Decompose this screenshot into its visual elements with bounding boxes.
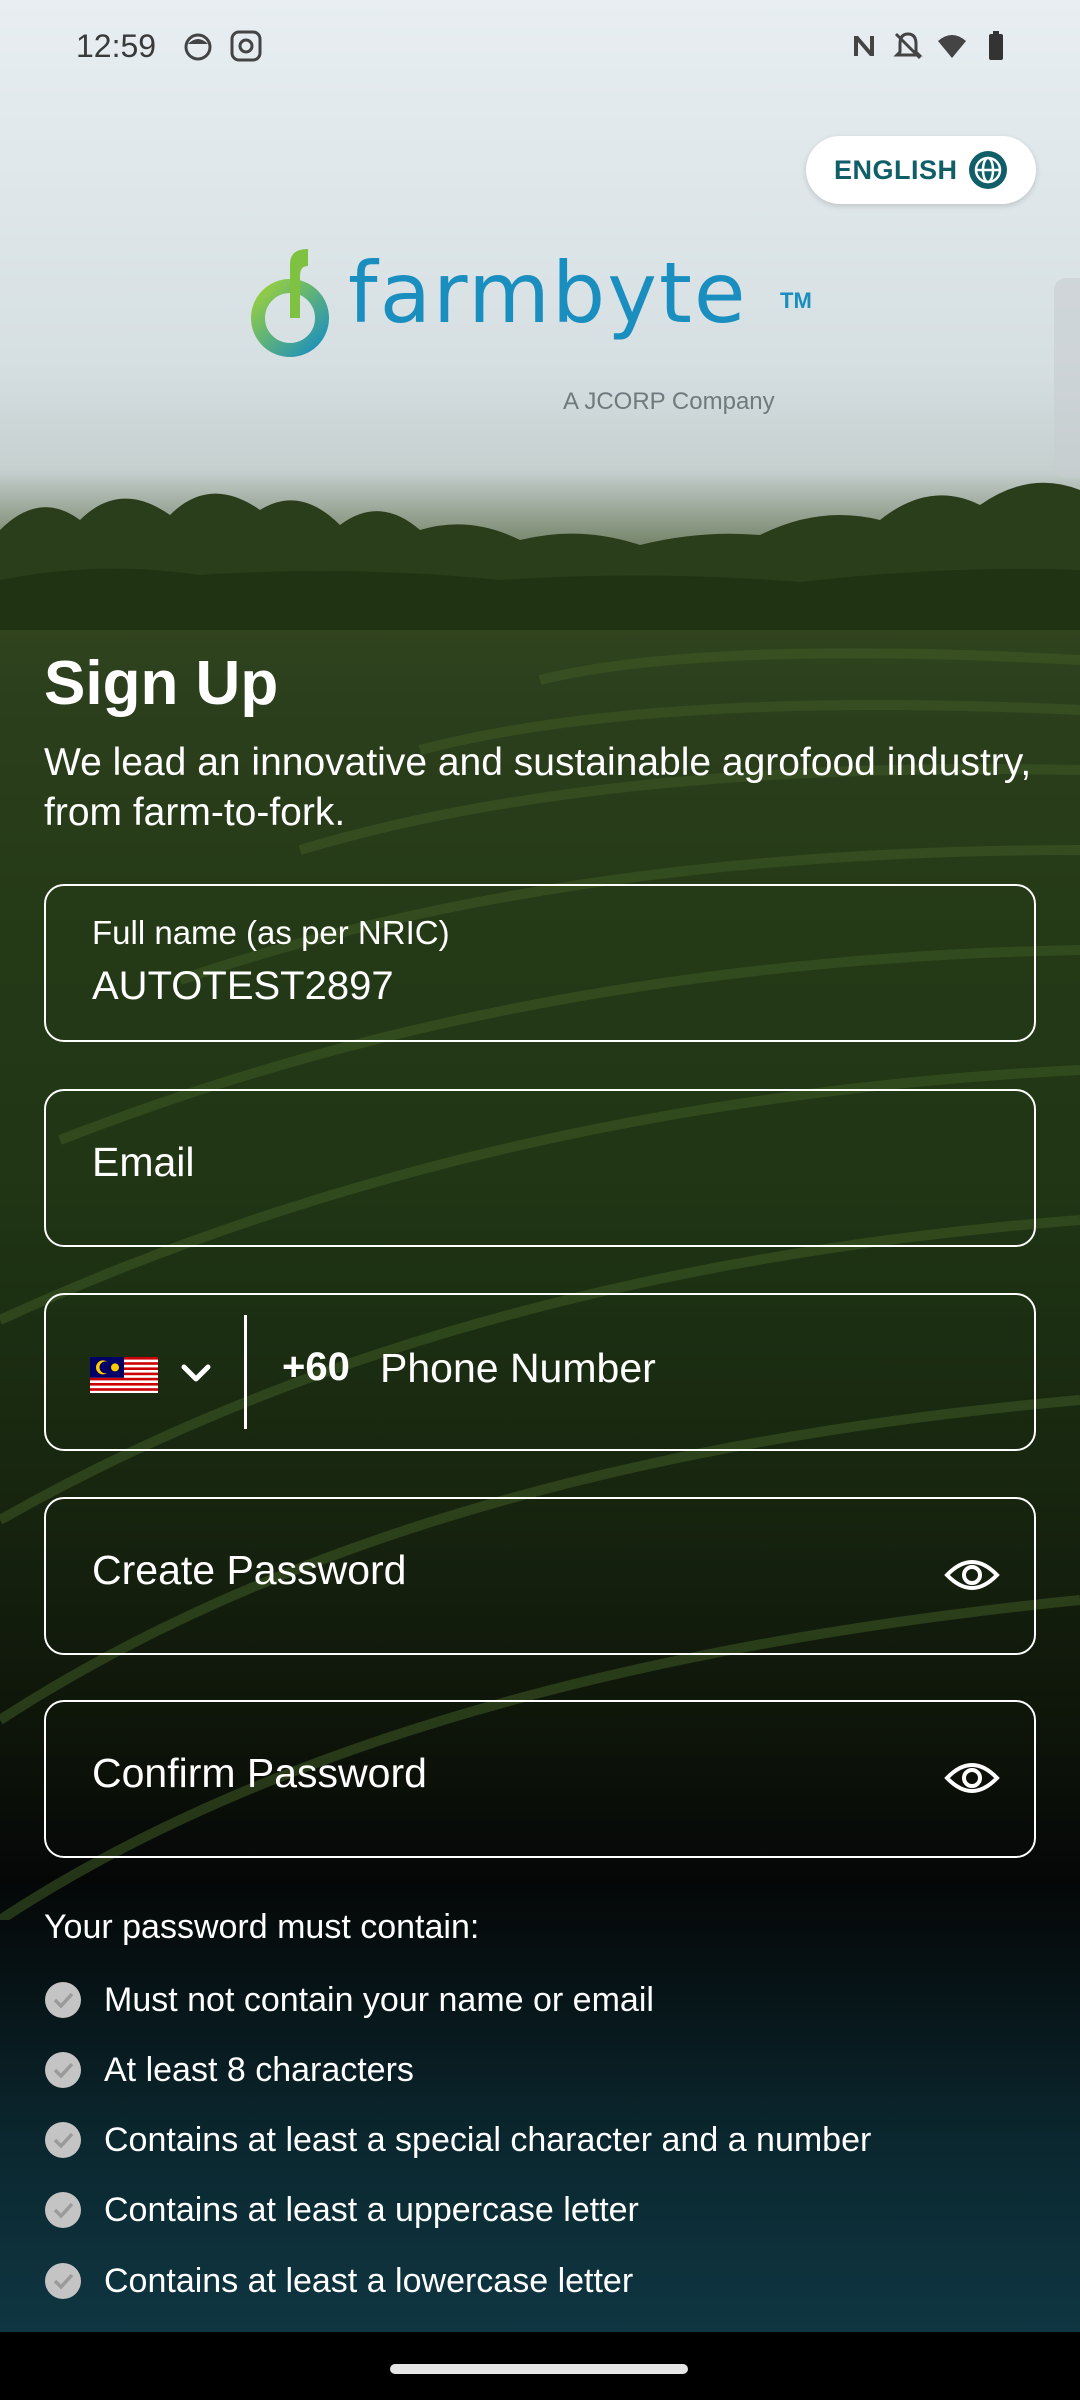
camera-settings-icon bbox=[230, 30, 262, 62]
farmbyte-logo: farmbyte TM A JCORP Company bbox=[250, 244, 812, 415]
wifi-icon bbox=[938, 35, 966, 58]
logo-mark-icon bbox=[251, 249, 329, 357]
page-title: Sign Up bbox=[44, 649, 279, 718]
password-rule-text: Contains at least a lowercase letter bbox=[104, 2261, 634, 2300]
password-rule-text: Contains at least a special character an… bbox=[104, 2120, 872, 2159]
confirm-password-placeholder: Confirm Password bbox=[92, 1750, 427, 1796]
password-rule-text: Contains at least a uppercase letter bbox=[104, 2190, 639, 2229]
check-circle-icon bbox=[45, 2052, 81, 2088]
phone-field[interactable]: +60 Phone Number bbox=[44, 1293, 1036, 1451]
check-circle-icon bbox=[45, 2192, 81, 2228]
email-placeholder: Email bbox=[92, 1139, 195, 1185]
bell-off-icon bbox=[893, 32, 923, 60]
password-rule: Contains at least a lowercase letter bbox=[44, 2256, 633, 2306]
password-rule: Contains at least a special character an… bbox=[44, 2115, 871, 2165]
malaysia-flag-icon[interactable] bbox=[90, 1357, 158, 1393]
check-circle-icon bbox=[45, 2263, 81, 2299]
language-selector-button[interactable]: ENGLISH bbox=[806, 136, 1036, 204]
status-time: 12:59 bbox=[76, 28, 157, 64]
eye-icon[interactable] bbox=[944, 1555, 1000, 1595]
full-name-value[interactable]: AUTOTEST2897 bbox=[92, 964, 394, 1009]
nfc-icon bbox=[854, 36, 874, 56]
status-bar: 12:59 bbox=[0, 0, 1080, 92]
home-gesture-handle[interactable] bbox=[390, 2364, 688, 2374]
phone-country-code: +60 bbox=[282, 1345, 350, 1389]
logo-tagline: A JCORP Company bbox=[563, 388, 775, 415]
battery-icon bbox=[989, 31, 1003, 60]
phone-divider bbox=[244, 1315, 247, 1429]
face-icon bbox=[184, 33, 212, 61]
full-name-label: Full name (as per NRIC) bbox=[92, 914, 450, 951]
create-password-placeholder: Create Password bbox=[92, 1547, 407, 1593]
check-circle-icon bbox=[45, 1982, 81, 2018]
navigation-bar bbox=[0, 2332, 1080, 2400]
password-rule-text: At least 8 characters bbox=[104, 2050, 414, 2089]
side-panel-handle[interactable] bbox=[1054, 278, 1080, 478]
check-circle-icon bbox=[45, 2122, 81, 2158]
confirm-password-field[interactable]: Confirm Password bbox=[44, 1700, 1036, 1858]
language-label: ENGLISH bbox=[834, 154, 958, 185]
phone-placeholder: Phone Number bbox=[380, 1345, 656, 1391]
logo-trademark: TM bbox=[780, 288, 812, 313]
password-rule-text: Must not contain your name or email bbox=[104, 1980, 654, 2019]
eye-icon[interactable] bbox=[944, 1758, 1000, 1798]
page-subtitle: We lead an innovative and sustainable ag… bbox=[44, 741, 1032, 834]
tree-line bbox=[0, 482, 1080, 630]
email-field[interactable]: Email bbox=[44, 1089, 1036, 1247]
globe-icon bbox=[969, 151, 1007, 189]
password-rule: At least 8 characters bbox=[44, 2045, 414, 2095]
password-rules-heading: Your password must contain: bbox=[44, 1908, 480, 1946]
full-name-field[interactable]: Full name (as per NRIC) AUTOTEST2897 bbox=[44, 884, 1036, 1042]
create-password-field[interactable]: Create Password bbox=[44, 1497, 1036, 1655]
logo-wordmark: farmbyte bbox=[348, 244, 748, 342]
password-rule: Must not contain your name or email bbox=[44, 1975, 654, 2025]
password-rule: Contains at least a uppercase letter bbox=[44, 2185, 639, 2235]
chevron-down-icon[interactable] bbox=[180, 1359, 212, 1387]
